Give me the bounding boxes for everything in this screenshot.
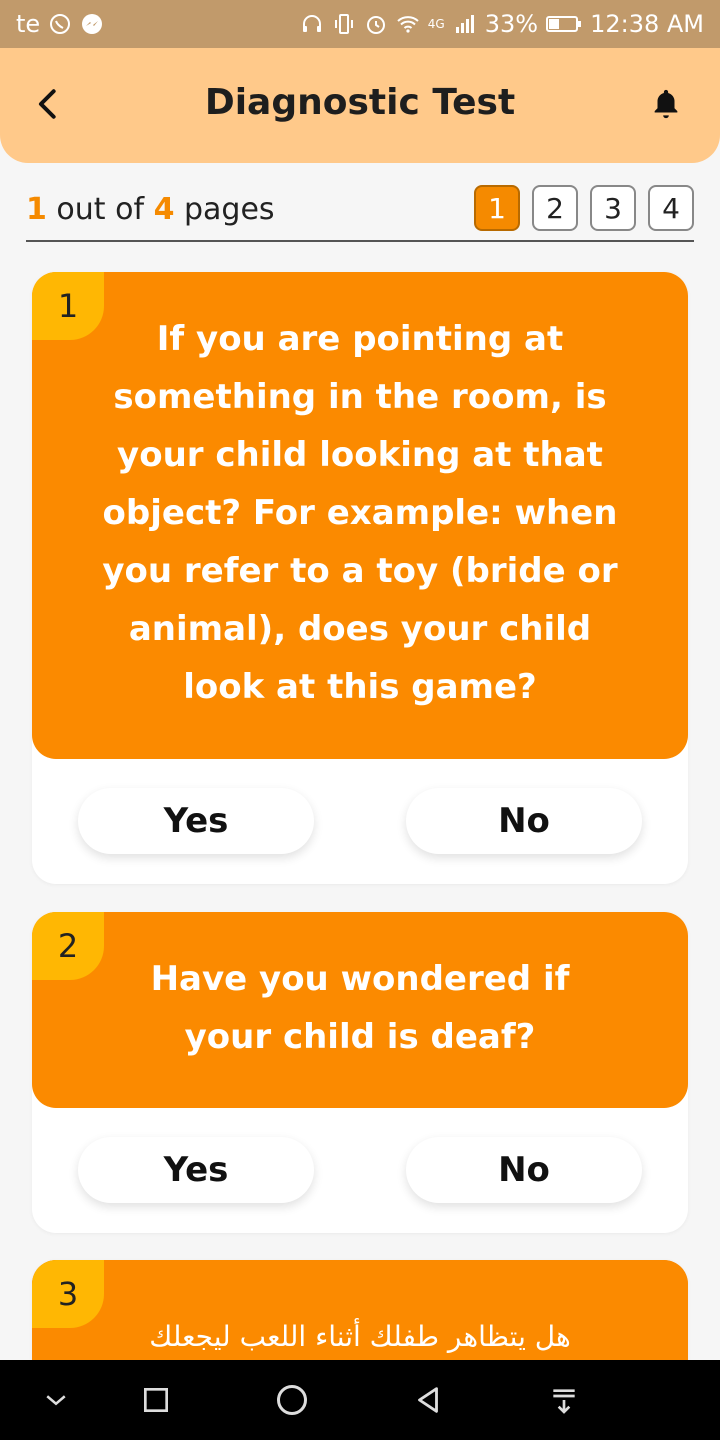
recents-button[interactable] <box>136 1380 176 1420</box>
square-icon <box>144 1388 168 1412</box>
hide-nav-button[interactable] <box>36 1380 76 1420</box>
no-button[interactable]: No <box>406 788 642 854</box>
total-pages-number: 4 <box>153 192 175 227</box>
divider <box>26 240 694 242</box>
status-bar: te 4G 33% 12:38 AM <box>0 0 720 48</box>
out-of-label: out of <box>56 192 145 227</box>
yes-button[interactable]: Yes <box>78 1137 314 1203</box>
triangle-back-icon <box>418 1387 438 1413</box>
question-box: 1 If you are pointing at something in th… <box>32 272 688 759</box>
yes-button[interactable]: Yes <box>78 788 314 854</box>
notifications-button[interactable] <box>646 84 686 124</box>
bell-icon <box>654 89 678 119</box>
battery-icon <box>546 12 582 36</box>
back-nav-button[interactable] <box>408 1380 448 1420</box>
page-title: Diagnostic Test <box>204 82 516 123</box>
headset-icon <box>300 12 324 36</box>
page-button-4[interactable]: 4 <box>648 185 694 231</box>
vibrate-icon <box>332 12 356 36</box>
pagination-summary: 1 out of 4 pages <box>26 192 275 227</box>
pull-down-icon <box>553 1389 575 1414</box>
clock: 12:38 AM <box>590 10 704 38</box>
pages-label: pages <box>183 192 275 227</box>
page-buttons: 1 2 3 4 <box>474 185 694 231</box>
question-text: هل يتظاهر طفلك أثناء اللعب ليجعلك <box>149 1320 571 1353</box>
page-button-3[interactable]: 3 <box>590 185 636 231</box>
wifi-icon <box>396 12 420 36</box>
page-button-1[interactable]: 1 <box>474 185 520 231</box>
page-button-2[interactable]: 2 <box>532 185 578 231</box>
home-button[interactable] <box>272 1380 312 1420</box>
network-type-label: 4G <box>427 17 445 31</box>
question-box: 2 Have you wondered if your child is dea… <box>32 912 688 1108</box>
question-card: 3 هل يتظاهر طفلك أثناء اللعب ليجعلك <box>32 1260 688 1360</box>
signal-icon <box>453 12 477 36</box>
no-button[interactable]: No <box>406 1137 642 1203</box>
status-bar-right: 4G 33% 12:38 AM <box>300 10 704 38</box>
app-header: Diagnostic Test <box>0 48 720 163</box>
question-card: 2 Have you wondered if your child is dea… <box>32 912 688 1233</box>
question-box: 3 هل يتظاهر طفلك أثناء اللعب ليجعلك <box>32 1260 688 1360</box>
battery-percent: 33% <box>484 10 539 38</box>
question-text: Have you wondered if your child is deaf? <box>150 959 570 1057</box>
pagination-bar: 1 out of 4 pages 1 2 3 4 <box>26 180 694 242</box>
circle-icon <box>277 1385 307 1415</box>
whatsapp-icon <box>48 12 72 36</box>
carrier-label: te <box>16 10 41 38</box>
question-text: If you are pointing at something in the … <box>102 319 618 707</box>
question-number-badge: 2 <box>32 912 104 980</box>
messenger-icon <box>80 12 104 36</box>
status-bar-left: te <box>16 10 104 38</box>
answer-row: Yes No <box>32 1108 688 1233</box>
question-number-badge: 3 <box>32 1260 104 1328</box>
question-card: 1 If you are pointing at something in th… <box>32 272 688 884</box>
alarm-icon <box>364 12 388 36</box>
current-page-number: 1 <box>26 192 47 227</box>
question-number-badge: 1 <box>32 272 104 340</box>
chevron-down-icon <box>46 1395 66 1406</box>
notification-pull-button[interactable] <box>544 1380 584 1420</box>
answer-row: Yes No <box>32 759 688 884</box>
system-nav-bar <box>0 1360 720 1440</box>
